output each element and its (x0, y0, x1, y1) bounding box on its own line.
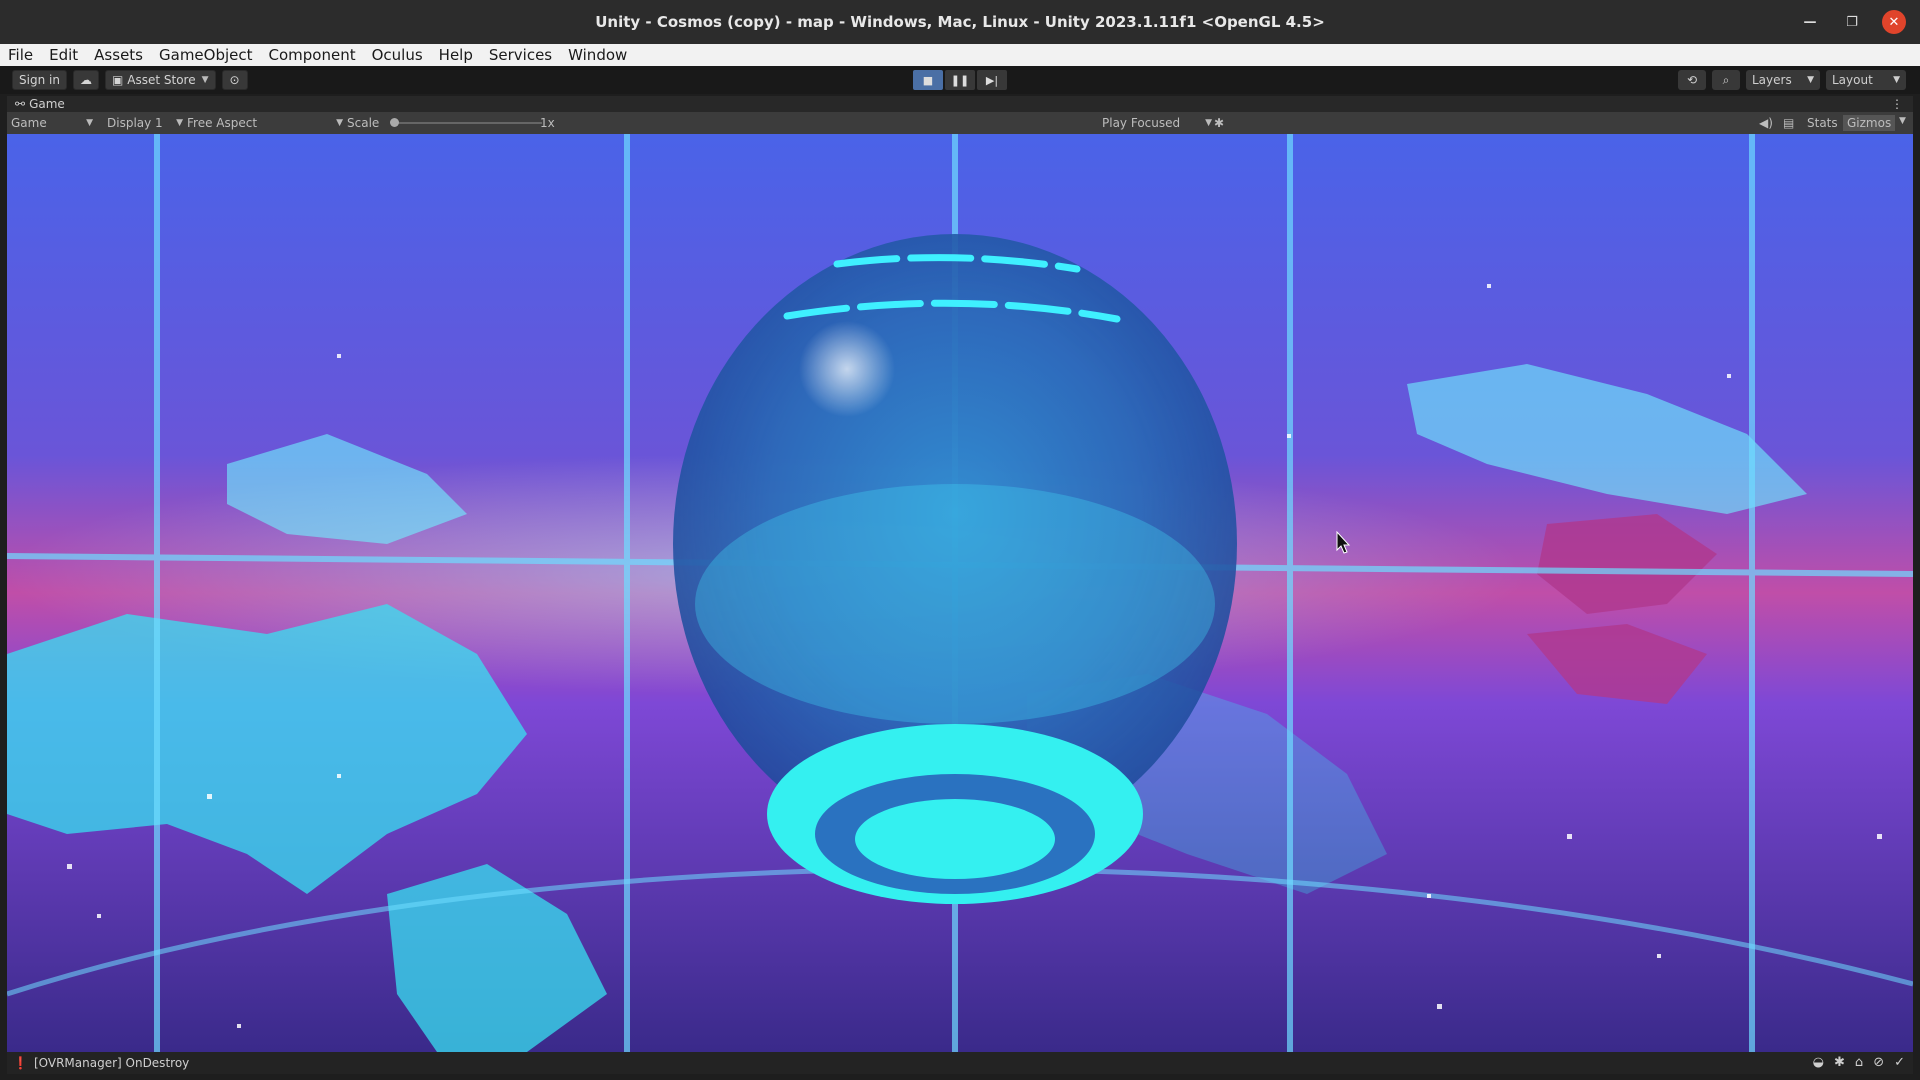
menu-edit[interactable]: Edit (49, 46, 78, 64)
window-title: Unity - Cosmos (copy) - map - Windows, M… (595, 13, 1325, 31)
minimize-icon[interactable]: — (1798, 10, 1822, 34)
sign-in-button[interactable]: Sign in (12, 70, 67, 90)
game-view-toolbar: Game ▼ Display 1 ▼ Free Aspect ▼ Scale 1… (7, 112, 1913, 134)
check-icon[interactable]: ✓ (1894, 1055, 1905, 1070)
layers-dropdown[interactable]: Layers ▼ (1746, 70, 1820, 90)
stats-button[interactable]: Stats (1807, 116, 1838, 130)
gizmos-label: Gizmos (1847, 116, 1892, 130)
gizmos-button[interactable]: Gizmos (1843, 115, 1896, 131)
game-mode-dropdown[interactable]: Game ▼ (11, 116, 93, 130)
status-message[interactable]: [OVRManager] OnDestroy (34, 1056, 189, 1070)
layout-dropdown[interactable]: Layout ▼ (1826, 70, 1906, 90)
chevron-down-icon: ▼ (1893, 75, 1900, 85)
display-label: Display 1 (107, 116, 163, 130)
scale-label: Scale (347, 116, 380, 130)
cloud-icon[interactable]: ☁ (72, 70, 99, 90)
aspect-dropdown[interactable]: Free Aspect ▼ (187, 116, 343, 130)
window-controls: — ❐ ✕ (1798, 10, 1906, 34)
game-viewport[interactable] (7, 134, 1913, 1052)
menu-component[interactable]: Component (269, 46, 356, 64)
headset-icon[interactable]: ◒ (1813, 1055, 1824, 1070)
scale-value: 1x (540, 116, 555, 130)
menu-gameobject[interactable]: GameObject (159, 46, 253, 64)
chevron-down-icon: ▼ (336, 118, 343, 128)
scale-slider-track[interactable] (392, 122, 542, 124)
bug-icon[interactable]: ✱ (1214, 116, 1224, 130)
game-tab-bar: ⚯ Game ⋮ (7, 96, 1913, 112)
keyboard-icon[interactable]: ▤ (1783, 116, 1794, 130)
bug-icon[interactable]: ✱ (1834, 1055, 1845, 1070)
asset-store-label: Asset Store (127, 73, 196, 87)
info-icon: ❗ (13, 1056, 28, 1070)
mute-audio-icon[interactable]: ◀) (1759, 116, 1773, 130)
pause-icon[interactable]: ❚❚ (945, 70, 975, 90)
status-bar: ❗ [OVRManager] OnDestroy ◒ ✱ ⌂ ⊘ ✓ (7, 1052, 1913, 1074)
restore-icon[interactable]: ❐ (1840, 10, 1864, 34)
window-titlebar: Unity - Cosmos (copy) - map - Windows, M… (0, 0, 1920, 44)
chevron-down-icon: ▼ (1205, 118, 1212, 128)
display-dropdown[interactable]: Display 1 ▼ (107, 116, 183, 130)
chevron-down-icon: ▼ (86, 118, 93, 128)
chevron-down-icon: ▼ (201, 75, 209, 85)
tab-game[interactable]: Game (29, 97, 65, 111)
shopping-bag-icon: ▣ (111, 73, 124, 87)
status-icons: ◒ ✱ ⌂ ⊘ ✓ (1813, 1055, 1905, 1070)
toolbar-right: ⟲ ⌕ Layers ▼ Layout ▼ (1678, 70, 1906, 90)
close-icon[interactable]: ✕ (1882, 10, 1906, 34)
layout-label: Layout (1832, 73, 1873, 87)
menu-services[interactable]: Services (489, 46, 552, 64)
chevron-down-icon: ▼ (1807, 75, 1814, 85)
menu-oculus[interactable]: Oculus (372, 46, 423, 64)
collab-icon[interactable]: ⊙ (221, 70, 248, 90)
search-icon[interactable]: ⌕ (1712, 70, 1740, 90)
menu-bar: File Edit Assets GameObject Component Oc… (0, 44, 1920, 66)
gamepad-icon: ⚯ (15, 97, 26, 111)
aspect-label: Free Aspect (187, 116, 258, 130)
step-icon[interactable]: ▶| (977, 70, 1007, 90)
asset-store-button[interactable]: ▣ Asset Store ▼ (104, 70, 216, 90)
chevron-down-icon[interactable]: ▼ (1899, 116, 1906, 126)
play-focused-dropdown[interactable]: Play Focused ▼ (1102, 116, 1212, 130)
chevron-down-icon: ▼ (176, 118, 183, 128)
stop-icon[interactable]: ■ (913, 70, 943, 90)
debug-icon[interactable]: ⊘ (1873, 1055, 1884, 1070)
play-controls: ■ ❚❚ ▶| (913, 70, 1007, 90)
game-mode-label: Game (11, 116, 47, 130)
history-icon[interactable]: ⟲ (1678, 70, 1706, 90)
more-options-icon[interactable]: ⋮ (1891, 97, 1903, 111)
network-icon[interactable]: ⌂ (1855, 1055, 1863, 1070)
menu-assets[interactable]: Assets (94, 46, 143, 64)
menu-help[interactable]: Help (439, 46, 473, 64)
game-render (7, 134, 1913, 1052)
play-focused-label: Play Focused (1102, 116, 1181, 130)
menu-file[interactable]: File (8, 46, 33, 64)
scale-slider-handle[interactable] (390, 118, 399, 127)
menu-window[interactable]: Window (568, 46, 627, 64)
layers-label: Layers (1752, 73, 1792, 87)
